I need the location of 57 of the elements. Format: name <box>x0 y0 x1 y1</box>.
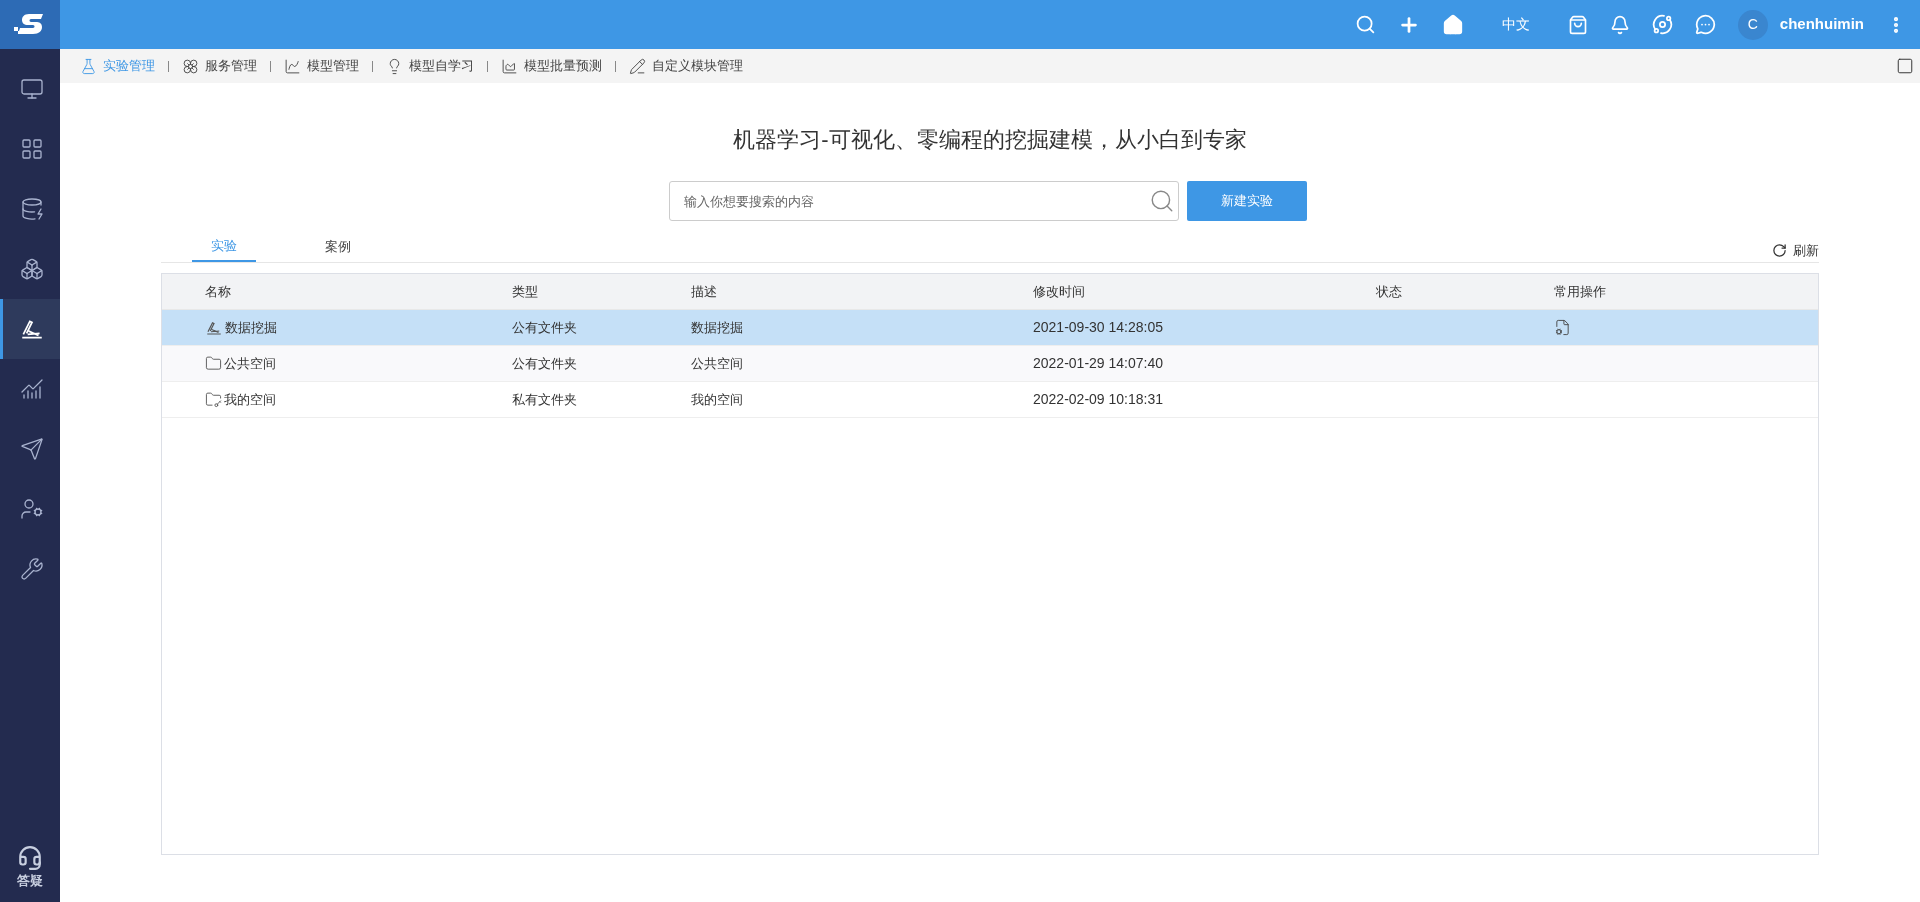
private-folder-icon <box>205 391 222 408</box>
chart-icon <box>19 377 44 401</box>
refresh-icon <box>1772 242 1787 258</box>
tools-icon <box>19 557 44 581</box>
column-header: 常用操作 <box>1554 283 1606 299</box>
module-nav-item[interactable]: 模型管理 <box>284 56 359 76</box>
table-cell: 公有文件夹 <box>512 319 577 335</box>
table-row[interactable]: 公共空间 公有文件夹 公共空间 2022-01-29 14:07:40 <box>162 346 1818 382</box>
module-nav-item[interactable]: 服务管理 <box>182 56 257 76</box>
table-row[interactable]: 数据挖掘 公有文件夹 数据挖掘 2021-09-30 14:28:05 <box>162 310 1818 346</box>
column-header: 类型 <box>512 283 538 299</box>
monitor-icon <box>19 77 44 101</box>
line-chart-icon <box>284 57 301 75</box>
column-header: 描述 <box>691 283 717 299</box>
orbit-icon[interactable] <box>1651 14 1673 35</box>
refresh-button[interactable]: 刷新 <box>1772 240 1819 260</box>
table-cell: 我的空间 <box>691 391 743 407</box>
table-cell-text: 我的空间 <box>224 390 276 409</box>
help-button[interactable]: 答疑 <box>0 844 60 902</box>
table-cell-text: 公共空间 <box>224 354 276 373</box>
module-nav-item[interactable]: 自定义模块管理 <box>629 56 743 76</box>
maximize-icon[interactable] <box>1896 57 1914 75</box>
home-icon[interactable] <box>1441 13 1464 36</box>
sidebar-item[interactable] <box>0 299 60 359</box>
boxes-icon <box>19 257 44 281</box>
database-icon <box>19 197 44 221</box>
shopping-bag-icon[interactable] <box>1567 14 1588 35</box>
module-nav-item[interactable]: 模型自学习 <box>386 56 474 76</box>
folder-icon <box>205 355 222 372</box>
table-cell: 私有文件夹 <box>512 391 577 407</box>
search-icon[interactable] <box>1354 14 1376 35</box>
table-cell: 公有文件夹 <box>512 355 577 371</box>
pencil-icon <box>629 57 646 75</box>
table-cell: 数据挖掘 <box>691 319 743 335</box>
chat-icon[interactable] <box>1694 14 1716 35</box>
area-chart-icon <box>501 57 518 75</box>
headset-icon <box>17 844 43 871</box>
page-heading: 机器学习-可视化、零编程的挖掘建模，从小白到专家 <box>733 126 1247 153</box>
file-settings-icon[interactable] <box>1554 319 1571 336</box>
tab[interactable]: 案例 <box>306 232 370 262</box>
search-field[interactable]: 输入你想要搜索的内容 <box>669 181 1179 221</box>
table-cell: 2022-02-09 10:18:31 <box>1033 391 1163 407</box>
table-cell: 2022-01-29 14:07:40 <box>1033 355 1163 371</box>
table-cell: 2021-09-30 14:28:05 <box>1033 319 1163 335</box>
table-cell-text: 数据挖掘 <box>225 318 277 337</box>
module-nav-item[interactable]: 模型批量预测 <box>501 56 602 76</box>
flask-icon <box>80 57 97 75</box>
column-header: 修改时间 <box>1033 283 1085 299</box>
paper-plane-icon <box>19 437 44 461</box>
apps-icon <box>19 137 44 161</box>
user-settings-icon <box>19 497 44 521</box>
column-header: 名称 <box>205 283 231 299</box>
column-header: 状态 <box>1376 283 1402 299</box>
search-icon[interactable] <box>1149 188 1175 214</box>
user-avatar[interactable]: C <box>1737 9 1768 40</box>
table-cell: 公共空间 <box>691 355 743 371</box>
bell-icon[interactable] <box>1609 14 1630 35</box>
